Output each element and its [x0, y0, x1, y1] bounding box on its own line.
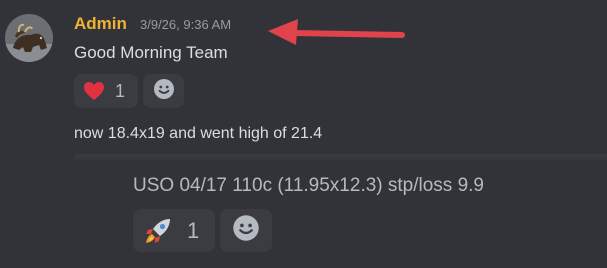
smiley-icon: [232, 214, 260, 247]
message-timestamp: 3/9/26, 9:36 AM: [140, 17, 232, 32]
rocket-reaction[interactable]: 1: [133, 209, 215, 252]
annotation-arrow: [268, 19, 405, 45]
reaction-count: 1: [187, 217, 200, 243]
reaction-count: 1: [115, 80, 126, 101]
add-reaction-button[interactable]: [143, 74, 184, 108]
smiley-icon: [153, 78, 175, 105]
heart-emoji-icon: [82, 79, 106, 103]
author-name[interactable]: Admin: [74, 14, 127, 34]
followup-message-text: now 18.4x19 and went high of 21.4: [74, 125, 323, 142]
embed-divider: [74, 154, 607, 160]
avatar[interactable]: [5, 14, 53, 62]
trade-alert-text: USO 04/17 110c (11.95x12.3) stp/loss 9.9: [133, 175, 484, 196]
rocket-emoji-icon: [143, 216, 173, 246]
heart-reaction[interactable]: 1: [74, 74, 138, 108]
add-reaction-button[interactable]: [220, 209, 272, 252]
message-text: Good Morning Team: [74, 43, 228, 62]
